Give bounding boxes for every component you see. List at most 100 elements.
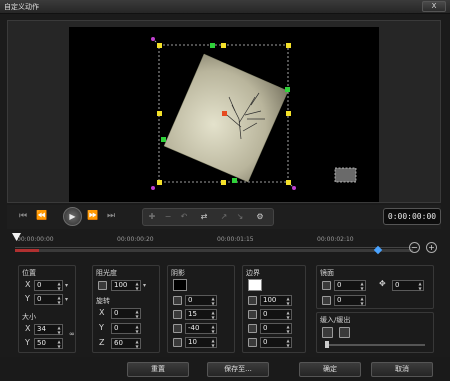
close-button[interactable]: X — [422, 1, 446, 12]
mirror-opacity-input[interactable]: 0 — [334, 280, 366, 291]
border-size-icon — [248, 338, 257, 347]
border-color-swatch[interactable] — [248, 279, 262, 291]
shadow-distance-icon — [173, 338, 182, 347]
shadow-preview-box — [334, 167, 357, 183]
window-title: 自定义动作 — [4, 3, 39, 11]
size-title: 大小 — [22, 313, 36, 321]
border-soft-input[interactable]: 0 — [260, 323, 292, 334]
position-y-input[interactable]: 0 — [34, 294, 63, 305]
rotation-z-input[interactable]: 60 — [111, 338, 141, 349]
shadow-panel: 阴影 0 15 -40 10 — [167, 265, 235, 353]
zoom-in-icon[interactable]: + — [426, 242, 437, 253]
control-bar: ⏮ ⏪ ▶ ⏩ ⏭ ✚ − ↶ ⇄ ↗ ↘ ⚙ 0:00:00:00 — [7, 205, 441, 229]
opacity-rotation-panel: 阻光度 100 ▾ 旋转 X 0 Y 0 Z 60 — [92, 265, 160, 353]
reset-button[interactable]: 重置 — [127, 362, 189, 377]
timeline-ruler: 00:00:00:00 00:00:00:20 00:00:01:15 00:0… — [15, 236, 415, 248]
played-range — [15, 249, 39, 252]
ease-in-icon[interactable] — [322, 327, 333, 338]
center-point[interactable] — [222, 111, 227, 116]
mirror-panel: 镜面 0 ✥ 0 0 — [316, 265, 434, 309]
shadow-angle-icon — [173, 324, 182, 333]
link-aspect-icon[interactable]: ∞ — [69, 330, 75, 338]
tick-label: 00:00:02:10 — [317, 236, 354, 243]
border-panel: 边界 100 0 0 0 — [242, 265, 306, 353]
rotation-y-input[interactable]: 0 — [111, 323, 141, 334]
size-x-label: X — [25, 324, 31, 333]
timeline[interactable]: 00:00:00:00 00:00:00:20 00:00:01:15 00:0… — [7, 232, 441, 262]
copy-keyframe-icon[interactable]: ↗ — [218, 211, 230, 223]
image-object[interactable] — [163, 53, 289, 183]
next-frame-icon[interactable]: ⏩ — [87, 210, 99, 222]
rotation-y-label: Y — [99, 323, 104, 332]
border-width-icon — [248, 310, 257, 319]
reverse-keyframe-icon[interactable]: ⇄ — [198, 211, 210, 223]
rotation-title: 旋转 — [96, 297, 110, 305]
mirror-distance-icon — [322, 296, 331, 305]
border-size-input[interactable]: 0 — [260, 337, 292, 348]
footer: 重置 保存至... 确定 取消 — [0, 357, 450, 381]
preview-svg — [151, 37, 357, 190]
size-x-input[interactable]: 34 — [34, 324, 63, 335]
remove-keyframe-icon[interactable]: − — [162, 211, 174, 223]
border-opacity-input[interactable]: 100 — [260, 295, 292, 306]
shadow-distance-input[interactable]: 10 — [185, 337, 217, 348]
timeline-track[interactable] — [15, 249, 413, 252]
dropdown-arrow-icon[interactable]: ▾ — [143, 280, 149, 291]
zoom-out-icon[interactable]: − — [409, 242, 420, 253]
preview-canvas[interactable] — [69, 27, 379, 202]
opacity-icon — [98, 281, 107, 290]
position-y-label: Y — [25, 294, 30, 303]
size-y-label: Y — [25, 338, 30, 347]
position-x-input[interactable]: 0 — [34, 280, 63, 291]
mirror-title: 镜面 — [320, 269, 334, 277]
border-width-input[interactable]: 0 — [260, 309, 292, 320]
tick-label: 00:00:00:00 — [17, 236, 54, 243]
ease-title: 缓入/缓出 — [320, 316, 351, 324]
opacity-input[interactable]: 100 — [111, 280, 141, 291]
border-opacity-icon — [248, 296, 257, 305]
shadow-blur-input[interactable]: 15 — [185, 309, 217, 320]
add-keyframe-icon[interactable]: ✚ — [146, 211, 158, 223]
ease-slider-knob[interactable] — [325, 341, 329, 348]
ok-button[interactable]: 确定 — [299, 362, 361, 377]
previous-frame-icon[interactable]: ⏪ — [36, 210, 48, 222]
position-x-label: X — [25, 280, 31, 289]
play-button[interactable]: ▶ — [63, 207, 82, 226]
ease-out-icon[interactable] — [339, 327, 350, 338]
shadow-opacity-input[interactable]: 0 — [185, 295, 217, 306]
tick-label: 00:00:01:15 — [217, 236, 254, 243]
dropdown-arrow-icon[interactable]: ▾ — [65, 280, 71, 291]
previous-keyframe-icon[interactable]: ↶ — [178, 211, 190, 223]
position-title: 位置 — [22, 269, 36, 277]
keyframe-toolbar: ✚ − ↶ ⇄ ↗ ↘ ⚙ — [142, 208, 274, 226]
position-size-panel: 位置 X 0 ▾ Y 0 ▾ 大小 X 34 Y 50 ∞ — [18, 265, 76, 353]
shadow-opacity-icon — [173, 296, 182, 305]
ease-slider[interactable] — [327, 344, 425, 346]
opacity-title: 阻光度 — [96, 269, 117, 277]
title-bar: 自定义动作 X — [0, 0, 450, 14]
border-soft-icon — [248, 324, 257, 333]
shadow-title: 阴影 — [171, 269, 185, 277]
shadow-blur-icon — [173, 310, 182, 319]
dropdown-arrow-icon[interactable]: ▾ — [65, 294, 71, 305]
ease-panel: 缓入/缓出 — [316, 312, 434, 353]
cancel-button[interactable]: 取消 — [371, 362, 433, 377]
rotation-x-input[interactable]: 0 — [111, 308, 141, 319]
settings-gear-icon[interactable]: ⚙ — [254, 211, 266, 223]
size-y-input[interactable]: 50 — [34, 338, 63, 349]
paste-keyframe-icon[interactable]: ↘ — [234, 211, 246, 223]
mirror-distance-input[interactable]: 0 — [334, 295, 366, 306]
go-to-end-icon[interactable]: ⏭ — [105, 210, 117, 222]
mirror-opacity-icon — [322, 281, 331, 290]
shadow-color-swatch[interactable] — [173, 279, 187, 291]
timecode-display[interactable]: 0:00:00:00 — [383, 208, 441, 225]
shadow-angle-input[interactable]: -40 — [185, 323, 217, 334]
move-icon: ✥ — [379, 279, 386, 288]
tick-label: 00:00:00:20 — [117, 236, 154, 243]
rotation-z-label: Z — [99, 338, 105, 347]
go-to-start-icon[interactable]: ⏮ — [17, 210, 29, 222]
rotation-x-label: X — [99, 308, 105, 317]
save-as-button[interactable]: 保存至... — [207, 362, 269, 377]
border-title: 边界 — [246, 269, 260, 277]
mirror-offset-input[interactable]: 0 — [392, 280, 424, 291]
